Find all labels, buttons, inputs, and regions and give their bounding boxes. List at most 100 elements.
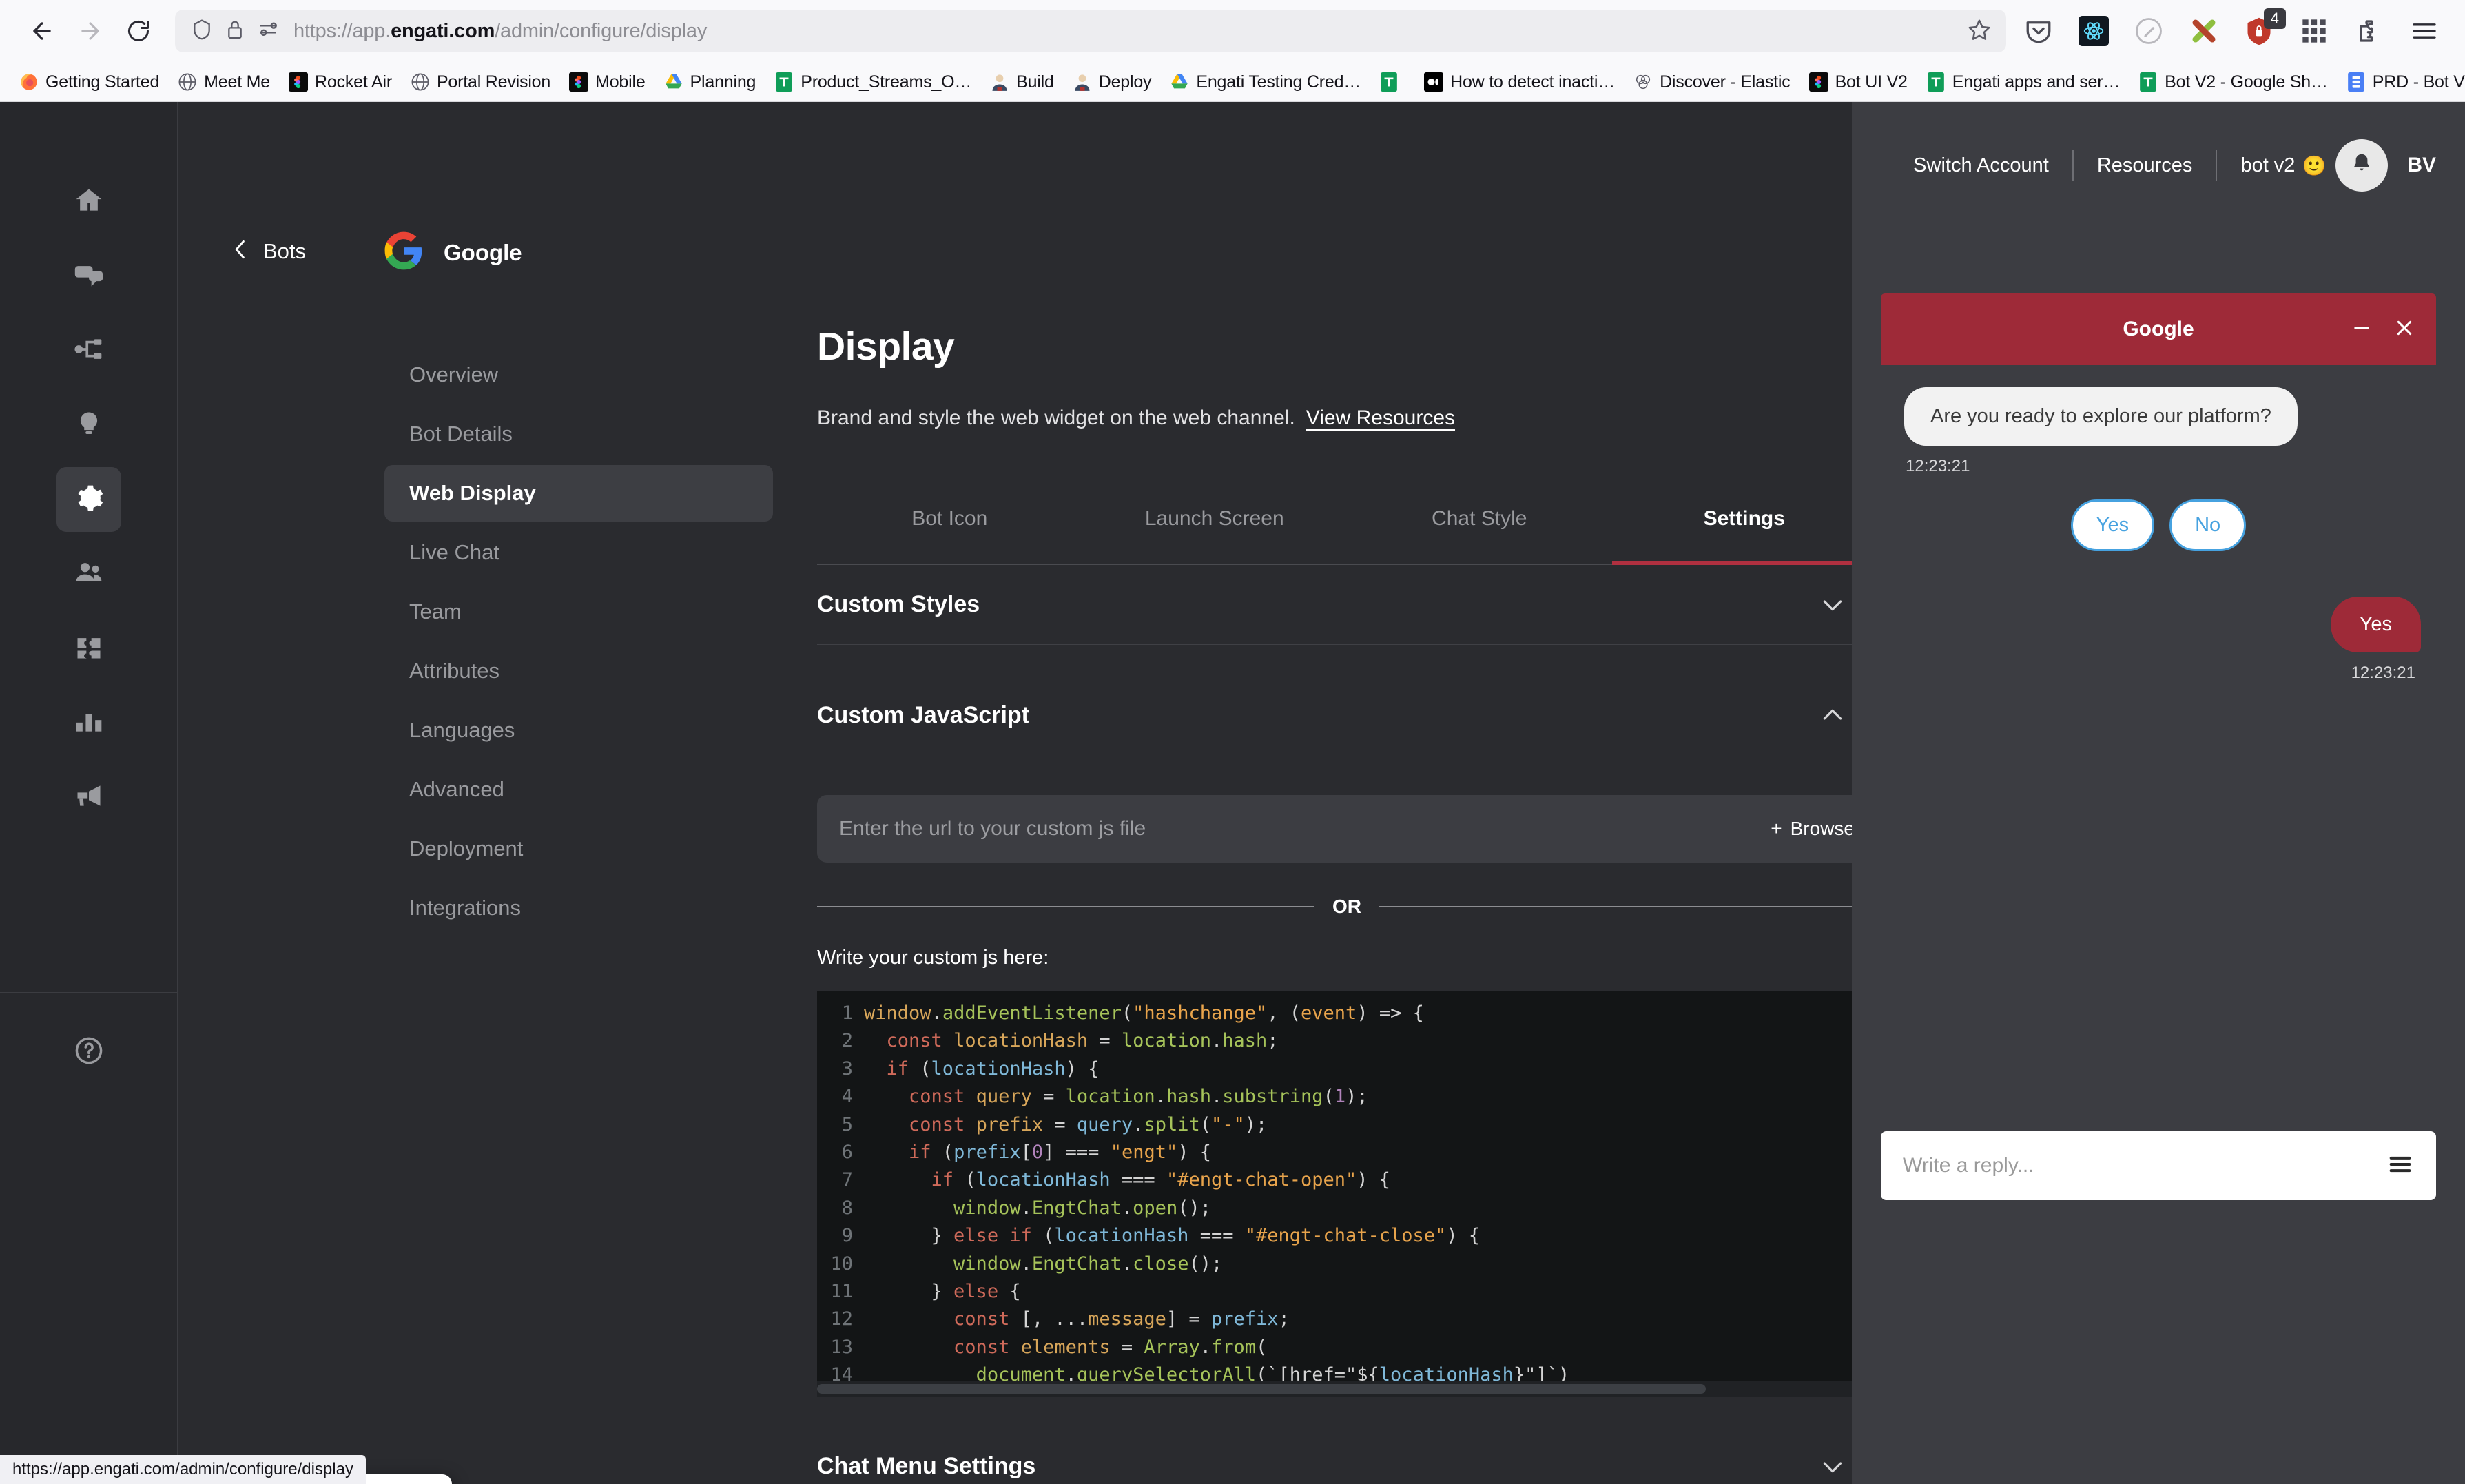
code-line: 8 window.EngtChat.open(); <box>817 1195 1877 1222</box>
rail-item-flows[interactable] <box>56 318 121 383</box>
url-bar[interactable]: https://app.engati.com/admin/configure/d… <box>175 10 2006 52</box>
bookmark-item[interactable]: Planning <box>654 68 765 96</box>
code-line-number: 10 <box>830 1253 853 1275</box>
bookmark-item[interactable]: Rocket Air <box>279 68 401 96</box>
custom-js-url-field[interactable]: Enter the url to your custom js file + B… <box>817 795 1877 863</box>
rail-item-help[interactable] <box>56 1020 121 1084</box>
chevron-down-icon[interactable] <box>1819 591 1846 619</box>
bot-menu-item-integrations[interactable]: Integrations <box>384 880 773 936</box>
bot-menu-label: Overview <box>409 362 499 387</box>
pencil-circle-icon[interactable] <box>2132 14 2166 48</box>
code-line-number: 3 <box>841 1058 853 1080</box>
view-resources-link[interactable]: View Resources <box>1306 406 1455 430</box>
back-arrow-icon[interactable] <box>18 7 66 55</box>
rail-item-users[interactable] <box>56 542 121 606</box>
bot-menu-item-live-chat[interactable]: Live Chat <box>384 524 773 581</box>
bookmark-item[interactable]: Engati apps and ser… <box>1917 68 2129 96</box>
bot-menu-item-team[interactable]: Team <box>384 584 773 640</box>
react-devtools-icon[interactable] <box>2076 14 2111 48</box>
chat-menu-settings-section-header[interactable]: Chat Menu Settings <box>817 1427 1877 1484</box>
rail-item-addons[interactable] <box>56 616 121 681</box>
bookmark-item[interactable]: Deploy <box>1063 68 1161 96</box>
quick-reply-yes[interactable]: Yes <box>2070 499 2155 551</box>
bot-menu-label: Live Chat <box>409 540 499 564</box>
help-circle-icon <box>74 1035 104 1069</box>
bot-menu-label: Attributes <box>409 659 499 683</box>
bot-menu-item-bot-details[interactable]: Bot Details <box>384 406 773 462</box>
lock-icon[interactable] <box>226 19 244 44</box>
bookmark-item[interactable]: Portal Revision <box>401 68 559 96</box>
bot-menu-item-web-display[interactable]: Web Display <box>384 465 773 522</box>
page-title: Display <box>817 324 955 369</box>
rail-item-insights[interactable] <box>56 393 121 457</box>
resources-link[interactable]: Resources <box>2074 154 2216 177</box>
tab-chat-style[interactable]: Chat Style <box>1347 507 1612 564</box>
or-label: OR <box>1332 896 1361 917</box>
pocket-icon[interactable] <box>2021 14 2056 48</box>
code-line-text: const [, ...message] = prefix; <box>953 1308 1290 1330</box>
code-scrollbar-thumb[interactable] <box>817 1384 1706 1394</box>
apps-grid-icon[interactable] <box>2297 14 2331 48</box>
bookmark-item[interactable]: Engati Testing Cred… <box>1160 68 1370 96</box>
bot-menu-item-overview[interactable]: Overview <box>384 347 773 403</box>
top-actions: Switch Account Resources bot v2 🙂 BV <box>1890 138 2436 193</box>
tab-settings[interactable]: Settings <box>1611 507 1877 565</box>
tab-launch-screen[interactable]: Launch Screen <box>1082 507 1348 564</box>
hamburger-menu-icon[interactable] <box>2407 14 2442 48</box>
rail-item-home[interactable] <box>56 169 121 234</box>
bookmark-item[interactable]: Getting Started <box>10 68 168 96</box>
reload-icon[interactable] <box>114 7 163 55</box>
avatar[interactable]: BV <box>2407 154 2436 177</box>
chat-reply-input[interactable]: Write a reply... <box>1881 1131 2436 1200</box>
shield-badge-icon[interactable]: 4 <box>2242 8 2286 48</box>
bookmark-item[interactable]: Bot V2 - Google Sh… <box>2129 68 2337 96</box>
notifications-button[interactable] <box>2335 139 2389 192</box>
minimize-icon[interactable] <box>2351 317 2373 342</box>
code-horizontal-scrollbar[interactable] <box>817 1381 1877 1397</box>
chevron-up-icon[interactable] <box>1819 701 1846 729</box>
close-icon[interactable] <box>2393 317 2415 342</box>
extensions-puzzle-icon[interactable] <box>2352 14 2386 48</box>
rail-item-broadcast[interactable] <box>56 765 121 829</box>
crossed-tools-icon[interactable] <box>2187 14 2221 48</box>
bookmark-item[interactable]: Build <box>980 68 1063 96</box>
bookmark-item[interactable]: Product_Streams_O… <box>765 68 980 96</box>
bookmark-item[interactable]: Meet Me <box>168 68 279 96</box>
permissions-icon[interactable] <box>258 21 280 42</box>
bookmark-item[interactable]: Bot UI V2 <box>1799 68 1917 96</box>
bookmark-item[interactable] <box>1370 68 1414 96</box>
bot-message-time: 12:23:21 <box>1906 457 1970 475</box>
custom-styles-section-header[interactable]: Custom Styles <box>817 565 1877 645</box>
chat-reply-placeholder[interactable]: Write a reply... <box>1903 1154 2034 1177</box>
bot-menu-item-languages[interactable]: Languages <box>384 702 773 759</box>
browse-button[interactable]: + Browse <box>1771 818 1855 840</box>
bookmark-item[interactable]: PRD - Bot V2 <box>2337 68 2465 96</box>
shield-icon[interactable] <box>192 19 212 44</box>
bot-menu-item-deployment[interactable]: Deployment <box>384 821 773 877</box>
rail-item-analytics[interactable] <box>56 690 121 755</box>
bookmark-item[interactable]: How to detect inacti… <box>1414 68 1624 96</box>
bot-menu-item-advanced[interactable]: Advanced <box>384 761 773 818</box>
star-icon[interactable] <box>1968 18 1991 45</box>
bots-back-link[interactable]: Bots <box>231 238 306 264</box>
rail-item-configure[interactable] <box>56 467 121 532</box>
custom-javascript-section-header[interactable]: Custom JavaScript <box>817 675 1877 755</box>
code-line-number: 9 <box>841 1225 853 1247</box>
bookmark-item[interactable]: Mobile <box>559 68 654 96</box>
bookmark-label: Engati Testing Cred… <box>1196 72 1361 92</box>
custom-js-url-input[interactable]: Enter the url to your custom js file <box>839 817 1146 841</box>
bot-menu-item-attributes[interactable]: Attributes <box>384 643 773 699</box>
bookmark-item[interactable]: Discover - Elastic <box>1624 68 1799 96</box>
bot-version-link[interactable]: bot v2 <box>2217 154 2302 177</box>
switch-account-link[interactable]: Switch Account <box>1890 154 2072 177</box>
tab-bot-icon[interactable]: Bot Icon <box>817 507 1082 564</box>
status-url: https://app.engati.com/admin/configure/d… <box>12 1460 353 1478</box>
rail-item-chats[interactable] <box>56 244 121 309</box>
code-line-text: if (locationHash === "#engt-chat-open") … <box>931 1169 1391 1191</box>
chevron-down-icon[interactable] <box>1819 1453 1846 1481</box>
hamburger-icon[interactable] <box>2386 1154 2414 1178</box>
divider-rule-right <box>1379 906 1877 907</box>
quick-reply-no[interactable]: No <box>2169 499 2247 551</box>
google-logo-icon <box>384 231 423 274</box>
custom-js-code-editor[interactable]: 1 window.addEventListener("hashchange", (… <box>817 991 1877 1397</box>
